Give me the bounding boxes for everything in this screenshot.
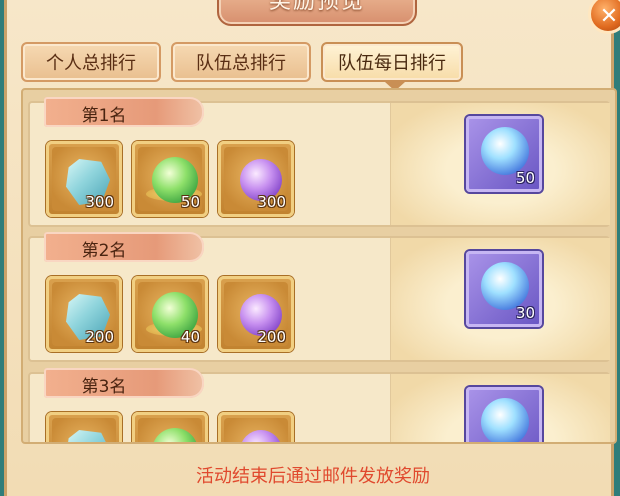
tab-label: 队伍总排行 [196, 53, 286, 74]
item-count: 200 [85, 328, 114, 346]
item-count: 300 [85, 193, 114, 211]
tab-label: 队伍每日排行 [338, 53, 446, 74]
purple-orb-icon [240, 430, 282, 442]
item-count: 200 [257, 328, 286, 346]
reward-item[interactable] [46, 412, 122, 442]
special-reward-area: 50 [390, 103, 610, 225]
reward-item[interactable]: 40 [132, 276, 208, 352]
reward-item[interactable]: 200 [218, 276, 294, 352]
rank-tag: 第3名 [44, 368, 204, 398]
reward-item[interactable] [218, 412, 294, 442]
blue-orb-icon [481, 398, 529, 442]
item-count: 300 [257, 193, 286, 211]
rank-row-3: 第3名 [28, 368, 610, 442]
rank-label: 第1名 [81, 106, 127, 126]
rank-label: 第3名 [81, 377, 127, 397]
item-count: 40 [180, 328, 200, 346]
rank-tag: 第1名 [44, 97, 204, 127]
rank-row-1: 50 第1名 300 50 300 [28, 97, 610, 227]
reward-item[interactable]: 50 [132, 141, 208, 217]
reward-item[interactable]: 300 [46, 141, 122, 217]
tab-label: 个人总排行 [46, 53, 136, 74]
blue-orb-icon [481, 127, 529, 175]
special-reward-item[interactable] [466, 387, 542, 442]
special-reward-item[interactable]: 30 [466, 251, 542, 327]
close-icon: ✕ [599, 3, 619, 29]
reward-list[interactable]: 50 第1名 300 50 300 30 第2名 200 40 200 第3名 [21, 88, 617, 444]
rank-tag: 第2名 [44, 232, 204, 262]
tab-personal-total[interactable]: 个人总排行 [21, 42, 161, 82]
dialog-title-banner: 奖励预览 [217, 0, 417, 26]
special-reward-area: 30 [390, 238, 610, 360]
blue-orb-icon [481, 262, 529, 310]
special-reward-area [390, 374, 610, 442]
reward-mail-notice: 活动结束后通过邮件发放奖励 [196, 466, 430, 487]
item-count: 30 [515, 304, 535, 322]
reward-item[interactable]: 200 [46, 276, 122, 352]
reward-item[interactable] [132, 412, 208, 442]
tab-team-daily[interactable]: 队伍每日排行 [321, 42, 463, 82]
reward-preview-dialog: 奖励预览 个人总排行 队伍总排行 队伍每日排行 50 第1名 300 50 30… [4, 0, 617, 496]
item-count: 50 [180, 193, 200, 211]
rank-row-2: 30 第2名 200 40 200 [28, 232, 610, 362]
item-count: 50 [515, 169, 535, 187]
crystal-icon [66, 430, 110, 442]
rank-label: 第2名 [81, 241, 127, 261]
tab-team-total[interactable]: 队伍总排行 [171, 42, 311, 82]
reward-item[interactable]: 300 [218, 141, 294, 217]
special-reward-item[interactable]: 50 [466, 116, 542, 192]
green-orb-icon [152, 428, 198, 442]
dialog-title: 奖励预览 [268, 0, 365, 14]
